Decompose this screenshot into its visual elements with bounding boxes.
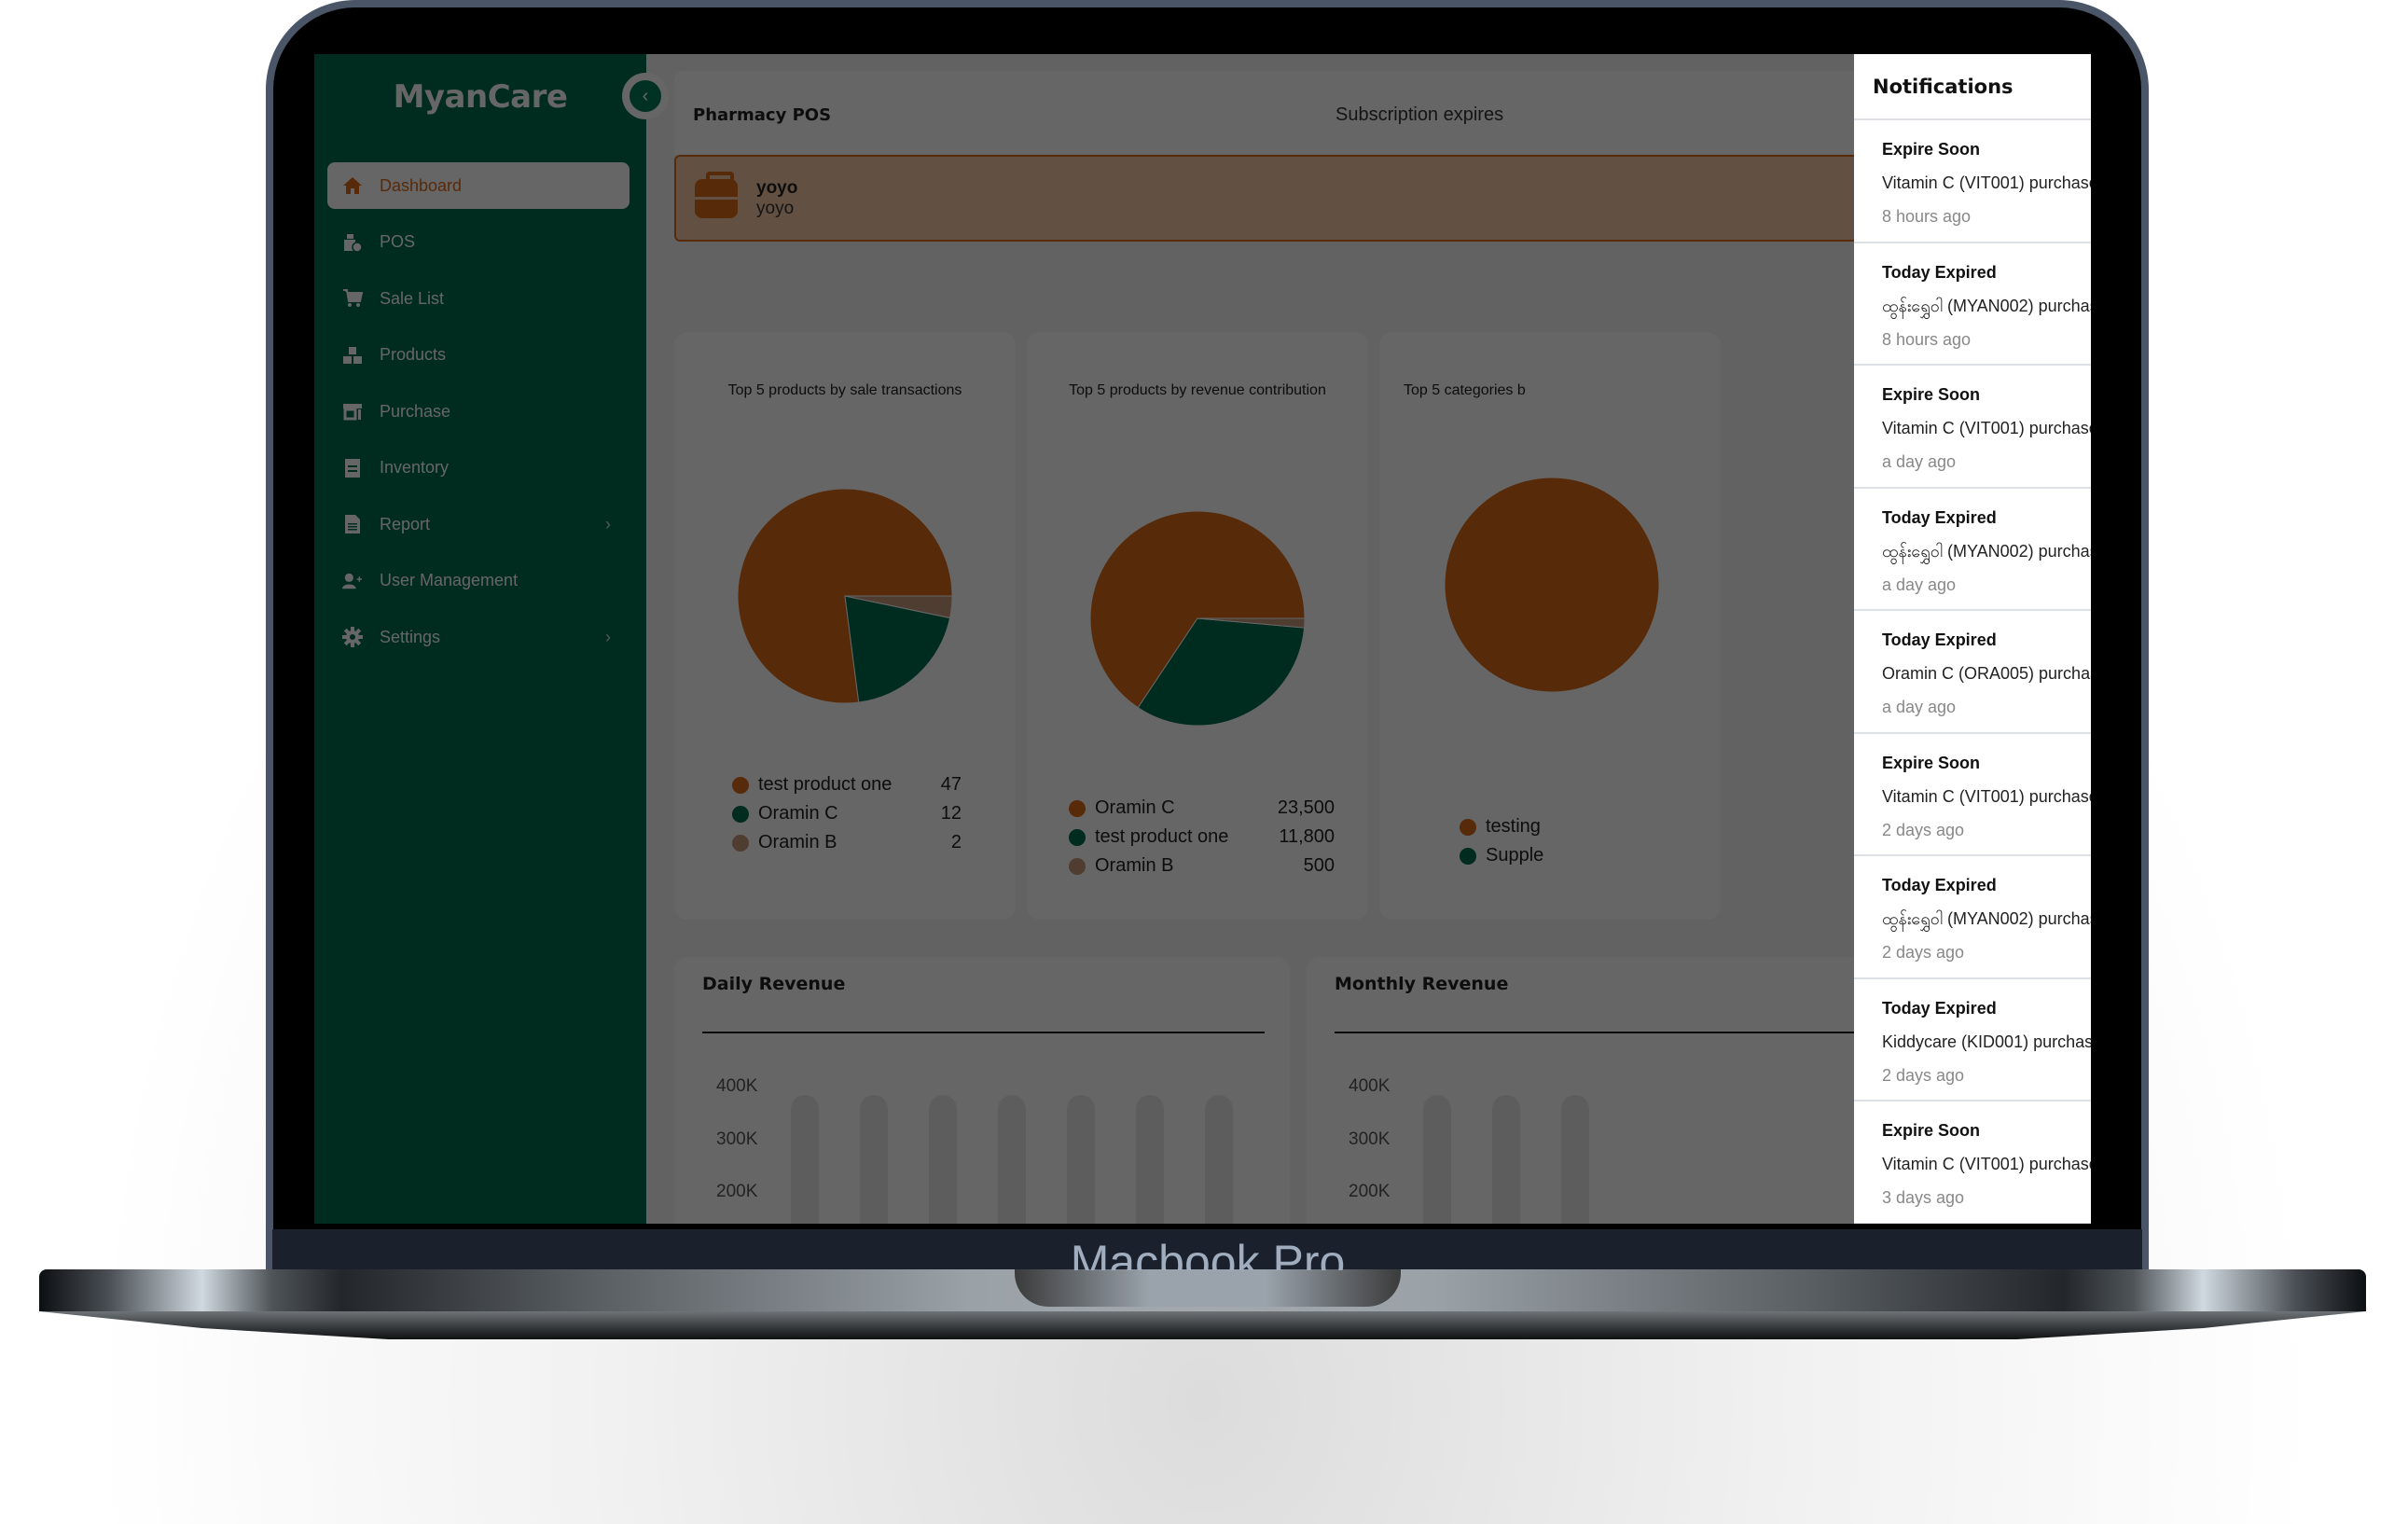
- notification-type: Expire Soon: [1882, 1121, 1981, 1140]
- notification-item[interactable]: Expire Soon Vitamin C (VIT001) purchased …: [1854, 366, 2091, 489]
- notification-message: Kiddycare (KID001) purchased on 20/02/24: [1882, 1032, 2091, 1051]
- notification-time: 2 days ago: [1882, 943, 1965, 962]
- notification-item[interactable]: Today Expired Oramin C (ORA005) purchased…: [1854, 611, 2091, 734]
- notification-message: Vitamin C (VIT001) purchased on 17/03/24: [1882, 419, 2091, 437]
- notification-time: a day ago: [1882, 452, 1957, 471]
- notification-time: a day ago: [1882, 698, 1957, 716]
- notification-message: Vitamin C (VIT001) purchased on 17/03/24: [1882, 1155, 2091, 1173]
- notification-message: Vitamin C (VIT001) purchased on 17/03/24: [1882, 786, 2091, 806]
- notifications-title: Notifications: [1873, 75, 2014, 98]
- device-label: Macbook Pro: [1070, 1236, 1346, 1270]
- notification-type: Today Expired: [1882, 630, 1997, 649]
- screen: MyanCare Dashboard POS Sale List: [314, 54, 2091, 1224]
- notification-type: Expire Soon: [1882, 140, 1981, 159]
- notification-item[interactable]: Today Expired ထွန်းရွှေဝါ (MYAN002) purch…: [1854, 243, 2091, 366]
- notification-item[interactable]: Today Expired ထွန်းရွှေဝါ (MYAN002) purch…: [1854, 856, 2091, 979]
- notification-time: 2 days ago: [1882, 820, 1965, 839]
- notification-item[interactable]: Expire Soon Vitamin C (VIT001) purchased …: [1854, 1101, 2091, 1224]
- notification-item[interactable]: Expire Soon Vitamin C (VIT001) purchased …: [1854, 120, 2091, 243]
- notification-type: Expire Soon: [1882, 385, 1981, 404]
- notifications-header: Notifications ×: [1854, 54, 2091, 120]
- notification-message: ထွန်းရွှေဝါ (MYAN002) purchased on 20/02…: [1882, 909, 2091, 928]
- notification-time: a day ago: [1882, 575, 1957, 594]
- notification-time: 2 days ago: [1882, 1065, 1965, 1085]
- notification-type: Today Expired: [1882, 998, 1997, 1018]
- notification-item[interactable]: Today Expired Kiddycare (KID001) purchase…: [1854, 979, 2091, 1101]
- notification-type: Today Expired: [1882, 262, 1997, 282]
- laptop-base-underside: [39, 1311, 2366, 1339]
- notification-time: 3 days ago: [1882, 1188, 1965, 1207]
- notification-type: Today Expired: [1882, 507, 1997, 527]
- notification-message: ထွန်းရွှေဝါ (MYAN002) purchased on 21/02…: [1882, 541, 2091, 561]
- notification-message: ထွန်းရွှေဝါ (MYAN002) purchased on 22/02…: [1882, 296, 2091, 315]
- modal-backdrop[interactable]: [314, 54, 1854, 1224]
- notification-message: Oramin C (ORA005) purchased on 21/02/24: [1882, 664, 2091, 683]
- notification-time: 8 hours ago: [1882, 207, 1972, 226]
- notification-item[interactable]: Expire Soon Vitamin C (VIT001) purchased …: [1854, 734, 2091, 856]
- notification-item[interactable]: Today Expired ထွန်းရွှေဝါ (MYAN002) purch…: [1854, 489, 2091, 611]
- notification-time: 8 hours ago: [1882, 329, 1972, 349]
- laptop-notch: [1015, 1269, 1401, 1307]
- notification-type: Today Expired: [1882, 876, 1997, 894]
- notifications-panel: Notifications × Expire Soon Vitamin C (VI…: [1854, 54, 2091, 1224]
- notification-type: Expire Soon: [1882, 753, 1981, 772]
- notifications-list: Expire Soon Vitamin C (VIT001) purchased …: [1854, 120, 2091, 1224]
- notification-message: Vitamin C (VIT001) purchased on 17/03/24: [1882, 173, 2091, 192]
